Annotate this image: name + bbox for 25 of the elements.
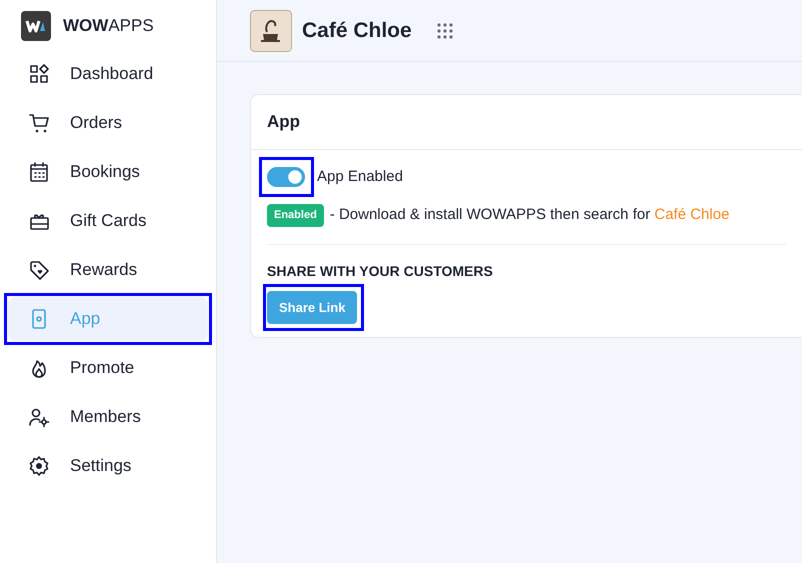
section-heading: SHARE WITH YOUR CUSTOMERS (267, 262, 494, 280)
page-title: Café Chloe (302, 18, 412, 44)
calendar-icon (28, 161, 50, 183)
toggle-label: App Enabled (317, 166, 403, 186)
cart-icon (28, 112, 50, 134)
settings-icon (28, 455, 50, 477)
sidebar-item[interactable]: Gift Cards (8, 199, 208, 243)
sidebar-item[interactable]: Bookings (8, 150, 208, 194)
sidebar-item[interactable]: Dashboard (8, 52, 208, 96)
sidebar-item[interactable]: Settings (8, 444, 208, 488)
brand-name: WOWAPPS (63, 15, 154, 38)
sidebar-item[interactable]: Rewards (8, 248, 208, 292)
apps-grid-icon[interactable] (436, 22, 454, 40)
logo-icon (21, 11, 51, 41)
cup-icon (250, 10, 292, 52)
status-text: - Download & install WOWAPPS then search for Café Chloe (330, 205, 730, 225)
sidebar-item[interactable]: Orders (8, 101, 208, 145)
card-title: App (251, 95, 802, 150)
sidebar-item[interactable]: Promote (8, 346, 208, 390)
tag-icon (28, 259, 50, 281)
grid-icon (28, 63, 50, 85)
user-gear-icon (28, 406, 50, 428)
status-badge: Enabled (267, 204, 324, 226)
toggle-switch[interactable] (267, 166, 305, 187)
sidebar-item[interactable]: Members (8, 395, 208, 439)
